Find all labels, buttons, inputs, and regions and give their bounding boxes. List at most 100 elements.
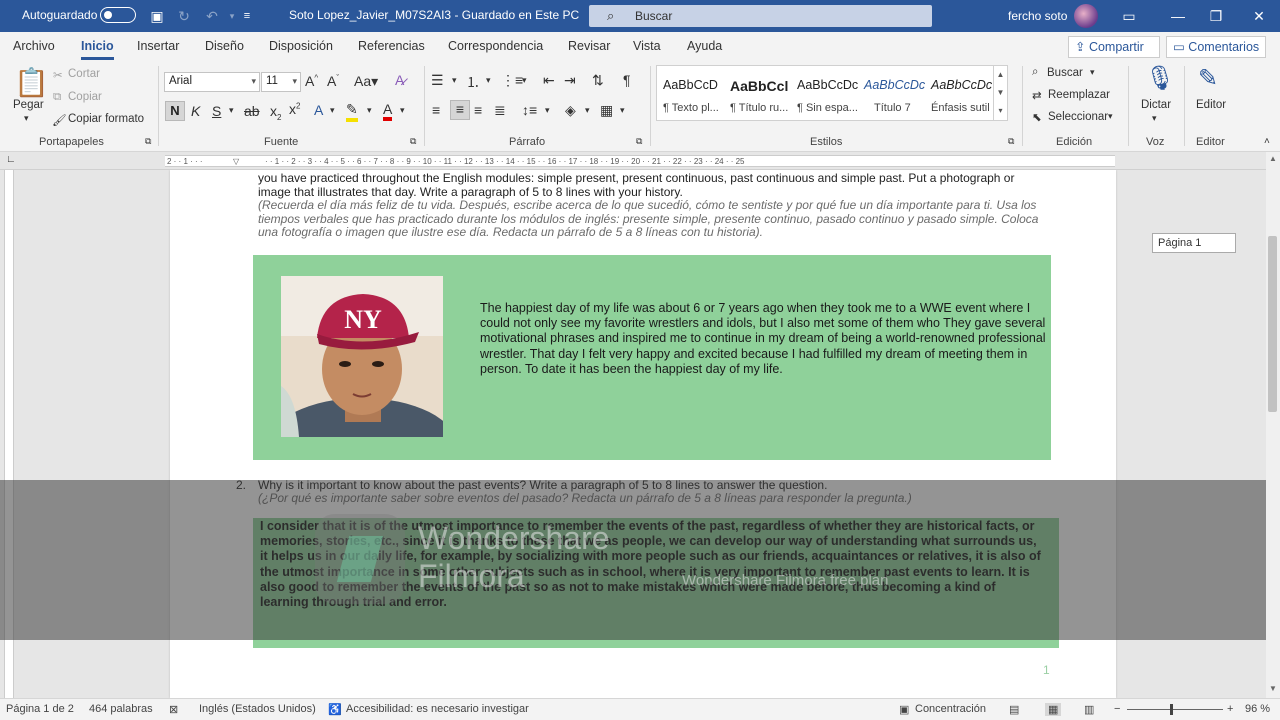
align-center-icon[interactable]: ≡ [450, 100, 470, 120]
tab-disposicion[interactable]: Disposición [269, 39, 333, 53]
highlight-icon[interactable]: ✎ [346, 101, 358, 122]
focus-icon[interactable]: ▣ [899, 703, 909, 716]
align-right-icon[interactable]: ≡ [474, 102, 482, 118]
cut-icon[interactable]: ✂ [53, 68, 63, 82]
tab-archivo[interactable]: Archivo [13, 39, 55, 53]
select-icon[interactable]: ⬉ [1032, 110, 1042, 124]
numbering-icon[interactable]: ⒈ [466, 72, 480, 92]
copy-icon[interactable]: ⧉ [53, 91, 61, 104]
justify-icon[interactable]: ≣ [494, 102, 506, 119]
customize-qat-icon[interactable]: ≡ [238, 7, 256, 25]
chevron-down-icon[interactable]: ▾ [522, 75, 527, 86]
tab-correspondencia[interactable]: Correspondencia [448, 39, 543, 53]
collapse-ribbon-icon[interactable]: ˄ [1264, 136, 1270, 147]
horizontal-ruler[interactable]: ∟ 2 · · 1 · · · ▽ · · 1 · · 2 · · 3 · · … [0, 152, 1280, 170]
print-layout-icon[interactable]: ▦ [1045, 703, 1062, 716]
style-item[interactable]: AaBbCcDc Título 7 [858, 66, 925, 120]
sort-icon[interactable]: ⇅ [592, 72, 604, 89]
chevron-down-icon[interactable]: ▾ [486, 75, 491, 86]
bullets-icon[interactable]: ☰ [431, 72, 444, 89]
minimize-icon[interactable]: — [1166, 4, 1190, 28]
chevron-down-icon[interactable]: ▾ [452, 75, 457, 86]
bold-button[interactable]: N [165, 101, 185, 121]
zoom-slider[interactable] [1127, 709, 1223, 710]
shading-icon[interactable]: ◈ [565, 102, 576, 119]
shrink-font-icon[interactable]: Aˇ [327, 73, 339, 89]
proofing-icon[interactable]: ⊠ [169, 703, 178, 716]
editor-icon[interactable]: ✎ [1198, 64, 1218, 93]
editor-button[interactable]: Editor [1196, 99, 1226, 111]
tab-insertar[interactable]: Insertar [137, 39, 179, 53]
format-painter-icon[interactable]: 🖌 [52, 113, 67, 127]
tab-vista[interactable]: Vista [633, 39, 661, 53]
find-icon[interactable]: ⌕ [1032, 66, 1038, 79]
vertical-ruler[interactable] [0, 170, 16, 698]
document-area[interactable]: you have practiced throughout the Englis… [16, 170, 1266, 698]
accessibility-status[interactable]: Accesibilidad: es necesario investigar [346, 703, 529, 715]
font-launcher-icon[interactable]: ⧉ [410, 136, 416, 147]
question-1-english[interactable]: you have practiced throughout the Englis… [258, 171, 1028, 199]
zoom-level[interactable]: 96 % [1245, 703, 1270, 715]
chevron-down-icon[interactable]: ▾ [229, 105, 234, 116]
language-status[interactable]: Inglés (Estados Unidos) [199, 703, 316, 715]
tab-referencias[interactable]: Referencias [358, 39, 425, 53]
document-title[interactable]: Soto Lopez_Javier_M07S2AI3 - Guardado en… [289, 8, 579, 22]
avatar[interactable] [1074, 4, 1098, 28]
zoom-slider-thumb[interactable] [1170, 704, 1173, 715]
format-painter-button[interactable]: Copiar formato [68, 113, 144, 125]
show-marks-icon[interactable]: ¶ [623, 72, 631, 88]
paste-icon[interactable]: 📋 [14, 66, 49, 99]
chevron-down-icon[interactable]: ▾ [400, 105, 405, 116]
question-1-spanish[interactable]: (Recuerda el día más feliz de tu vida. D… [258, 198, 1054, 240]
vertical-scrollbar[interactable]: ▲ ▼ [1266, 152, 1280, 698]
close-icon[interactable]: ✕ [1247, 4, 1271, 28]
styles-gallery[interactable]: AaBbCcD ¶ Texto pl... AaBbCcl ¶ Título r… [656, 65, 1008, 121]
underline-icon[interactable]: S [212, 103, 221, 119]
line-spacing-icon[interactable]: ↕≡ [522, 102, 537, 118]
paste-dropdown-icon[interactable]: ▾ [24, 113, 29, 124]
select-button[interactable]: Seleccionar [1048, 111, 1108, 123]
answer-1-box[interactable]: NY The happiest day of my life was about… [253, 255, 1051, 460]
chevron-down-icon[interactable]: ▾ [585, 105, 590, 116]
clipboard-launcher-icon[interactable]: ⧉ [145, 136, 151, 147]
scroll-down-icon[interactable]: ▼ [1268, 684, 1278, 693]
focus-mode-button[interactable]: Concentración [915, 703, 986, 715]
find-button[interactable]: Buscar [1047, 67, 1083, 79]
share-button[interactable]: ⇪ Compartir [1068, 36, 1160, 58]
answer-1-text[interactable]: The happiest day of my life was about 6 … [480, 301, 1048, 377]
chevron-down-icon[interactable]: ▾ [367, 105, 372, 116]
word-count[interactable]: 464 palabras [89, 703, 153, 715]
strikethrough-icon[interactable]: ab [244, 103, 260, 119]
chevron-down-icon[interactable]: ▾ [545, 105, 550, 116]
increase-indent-icon[interactable]: ⇥ [564, 72, 576, 89]
redo-refresh-icon[interactable]: ↻ [175, 7, 193, 25]
subscript-icon[interactable]: x2 [270, 103, 281, 122]
paste-button[interactable]: Pegar [13, 99, 44, 111]
align-left-icon[interactable]: ≡ [432, 102, 440, 118]
web-layout-icon[interactable]: ▥ [1084, 703, 1094, 716]
copy-button[interactable]: Copiar [68, 91, 102, 103]
user-name[interactable]: fercho soto [1008, 9, 1067, 23]
undo-icon[interactable]: ↶ [203, 7, 221, 25]
change-case-icon[interactable]: Aa▾ [354, 73, 378, 90]
style-item[interactable]: AaBbCcl ¶ Título ru... [724, 66, 790, 120]
zoom-out-icon[interactable]: − [1114, 703, 1120, 715]
accessibility-icon[interactable]: ♿ [328, 703, 342, 716]
scrollbar-thumb[interactable] [1268, 236, 1277, 412]
answer-photo[interactable]: NY [281, 276, 443, 437]
restore-icon[interactable]: ❐ [1204, 4, 1228, 28]
autosave-toggle[interactable] [100, 7, 136, 23]
tab-ayuda[interactable]: Ayuda [687, 39, 722, 53]
page-count[interactable]: Página 1 de 2 [6, 703, 74, 715]
chevron-down-icon[interactable]: ▾ [1108, 111, 1113, 122]
font-name-box[interactable]: Arial ▾ [164, 72, 260, 92]
text-effects-icon[interactable]: A [314, 102, 323, 118]
ribbon-display-icon[interactable]: ▭ [1117, 4, 1141, 28]
zoom-in-icon[interactable]: + [1227, 703, 1233, 715]
borders-icon[interactable]: ▦ [600, 102, 613, 119]
answer-2-text[interactable]: I consider that it is of the utmost impo… [260, 519, 1046, 610]
grow-font-icon[interactable]: A^ [305, 73, 318, 89]
search-box[interactable]: ⌕ Buscar [589, 5, 932, 27]
font-color-icon[interactable]: A [383, 101, 393, 121]
document-page[interactable]: you have practiced throughout the Englis… [170, 170, 1116, 698]
